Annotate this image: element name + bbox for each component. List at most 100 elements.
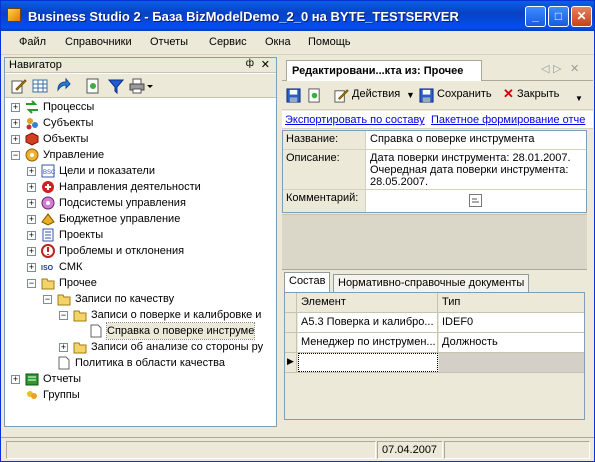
tab-close-icon[interactable]: ✕ [570, 62, 579, 75]
export-link[interactable]: Экспортировать по составу [285, 114, 425, 126]
pin-icon[interactable]: ф [246, 58, 254, 69]
table-cell[interactable]: Должность [439, 333, 584, 352]
table-cell[interactable]: IDEF0 [439, 313, 584, 332]
expand-icon[interactable]: + [27, 231, 36, 240]
tab-composition[interactable]: Состав [284, 272, 331, 292]
subjects-icon [26, 118, 38, 130]
expand-icon[interactable]: + [27, 167, 36, 176]
navigator-close-icon[interactable]: ✕ [261, 58, 270, 71]
table-cell[interactable]: А5.3 Поверка и калибро... [298, 313, 438, 332]
description-label: Описание: [283, 150, 366, 189]
tree-node-label: Подсистемы управления [59, 197, 186, 209]
filter-icon[interactable] [108, 78, 124, 94]
expand-icon[interactable]: + [11, 103, 20, 112]
comment-edit-icon[interactable] [469, 194, 482, 207]
collapse-icon[interactable]: − [27, 279, 36, 288]
tree-node-label: Направления деятельности [59, 181, 201, 193]
description-field[interactable]: Дата поверки инструмента: 28.01.2007. Оч… [368, 150, 586, 190]
status-bar: 07.04.2007 [1, 437, 594, 461]
properties-icon[interactable] [85, 78, 101, 94]
new-row-cell[interactable] [298, 353, 438, 372]
collapse-icon[interactable]: − [59, 311, 68, 320]
objects-icon [25, 132, 39, 146]
tree-node-label: Проблемы и отклонения [59, 245, 185, 257]
chevron-down-icon[interactable] [146, 78, 154, 94]
row-selector[interactable]: ▶ [285, 353, 297, 372]
expand-icon[interactable]: + [11, 119, 20, 128]
column-header-element[interactable]: Элемент [298, 293, 438, 312]
subsystems-icon [41, 196, 55, 210]
row-selector[interactable] [285, 333, 297, 352]
new-row[interactable]: ▶ [285, 353, 584, 373]
tree-node-label: Записи об анализе со стороны ру [91, 341, 264, 353]
tab-right-icon[interactable]: ▷ [553, 62, 561, 75]
tree-node-label: Отчеты [43, 373, 82, 385]
close-doc-button[interactable]: Закрыть [517, 88, 559, 100]
tree-node-label: Политика в области качества [75, 357, 226, 369]
splitter[interactable] [278, 57, 281, 429]
window-title: Business Studio 2 - База BizModelDemo_2_… [28, 9, 459, 24]
tree-node-label: Справка о поверке инструме [105, 322, 256, 340]
management-icon [25, 148, 39, 162]
save-button[interactable]: Сохранить [437, 88, 492, 100]
expand-icon[interactable]: + [27, 215, 36, 224]
document-tab[interactable]: Редактировани...кта из: Прочее [286, 60, 482, 81]
actions-button[interactable]: Действия [352, 88, 400, 100]
menu-file[interactable]: Файл [19, 36, 46, 48]
expand-icon[interactable]: + [11, 375, 20, 384]
close-button[interactable]: ✕ [571, 6, 592, 27]
table-row[interactable]: Менеджер по инструмен... Должность [285, 333, 584, 353]
tree-node-label: Управление [43, 149, 105, 161]
properties-icon[interactable] [307, 88, 322, 103]
tab-normative-documents[interactable]: Нормативно-справочные документы [333, 274, 530, 292]
tab-left-icon[interactable]: ◁ [541, 62, 549, 75]
actions-icon [334, 89, 349, 103]
collapse-icon[interactable]: − [43, 295, 52, 304]
navigator-toolbar [5, 74, 276, 98]
comment-field[interactable] [368, 190, 586, 210]
navigator-tree: + Процессы + Субъекты + Объекты − Управление + BS… [5, 99, 276, 426]
row-selector[interactable] [285, 313, 297, 332]
tree-node-label: Прочее [59, 277, 97, 289]
table-row[interactable]: А5.3 Поверка и калибро... IDEF0 [285, 313, 584, 333]
edit-icon[interactable] [11, 78, 27, 94]
name-field[interactable]: Справка о поверке инструмента [368, 131, 586, 147]
column-header-type[interactable]: Тип [439, 293, 584, 312]
menu-windows[interactable]: Окна [265, 36, 291, 48]
budget-icon [41, 213, 55, 226]
current-row-icon: ▶ [287, 356, 294, 366]
description-row: Описание: Дата поверки инструмента: 28.0… [283, 150, 586, 190]
menu-reports[interactable]: Отчеты [150, 36, 188, 48]
composition-grid: Элемент Тип А5.3 Поверка и калибро... ID… [284, 292, 585, 420]
expand-icon[interactable]: + [27, 247, 36, 256]
folder-icon [73, 342, 87, 354]
chevron-down-icon[interactable]: ▼ [406, 90, 415, 100]
maximize-button[interactable]: □ [548, 6, 569, 27]
menu-service[interactable]: Сервис [209, 36, 247, 48]
refresh-icon[interactable] [55, 78, 71, 94]
title-bar[interactable]: Business Studio 2 - База BizModelDemo_2_… [1, 1, 594, 31]
table-cell[interactable]: Менеджер по инструмен... [298, 333, 438, 352]
new-row-cell[interactable] [439, 353, 584, 372]
tree-node-label: Записи о поверке и калибровке и [91, 309, 262, 321]
expand-icon[interactable]: + [27, 183, 36, 192]
expand-icon[interactable]: + [59, 343, 68, 352]
print-icon[interactable] [129, 78, 145, 94]
minimize-button[interactable]: _ [525, 6, 546, 27]
menu-help[interactable]: Помощь [308, 36, 351, 48]
menu-references[interactable]: Справочники [65, 36, 132, 48]
expand-icon[interactable]: + [27, 199, 36, 208]
comment-row: Комментарий: [283, 190, 586, 212]
expand-icon[interactable]: + [11, 135, 20, 144]
collapse-icon[interactable]: − [11, 151, 20, 160]
app-icon [7, 8, 21, 22]
table-icon[interactable] [32, 78, 48, 94]
close-icon: ✕ [503, 86, 514, 101]
navigator-panel: Навигатор ф ✕ + Процессы + Субъекты + Объекты… [4, 57, 277, 427]
expand-icon[interactable]: + [27, 263, 36, 272]
batch-report-link[interactable]: Пакетное формирование отче [431, 114, 585, 126]
save-icon[interactable] [286, 88, 301, 103]
document-icon [90, 324, 102, 338]
tree-node-label: СМК [59, 261, 83, 273]
overflow-icon[interactable]: ▼ [575, 94, 583, 103]
